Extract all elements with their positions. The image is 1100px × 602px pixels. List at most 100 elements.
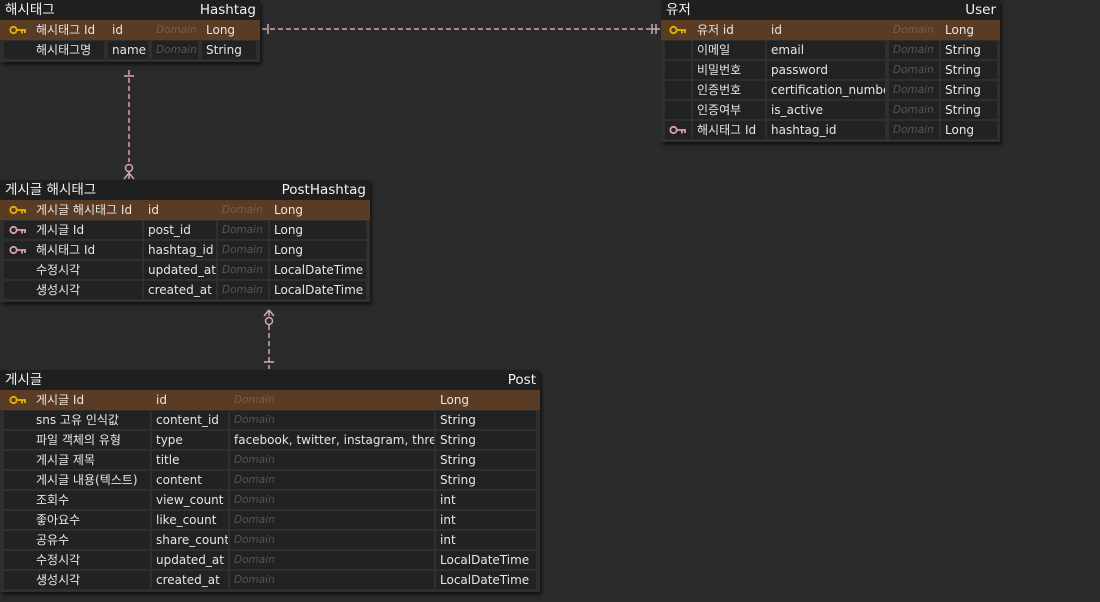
column-row[interactable]: 게시글 Id post_id Domain Long bbox=[0, 220, 370, 240]
key-cell bbox=[4, 391, 32, 409]
column-row[interactable]: 해시태그 Id id Domain Long bbox=[0, 20, 260, 40]
column-row[interactable]: 파일 객체의 유형 type facebook, twitter, instagra… bbox=[0, 430, 540, 450]
column-row[interactable]: 공유수 share_count Domain int bbox=[0, 530, 540, 550]
foreign-key-icon bbox=[669, 124, 687, 138]
key-cell bbox=[4, 431, 32, 449]
key-cell bbox=[4, 511, 32, 529]
entity-logical-name: 게시글 bbox=[5, 372, 43, 388]
column-row[interactable]: 수정시각 updated_at Domain LocalDateTime bbox=[0, 260, 370, 280]
primary-key-icon bbox=[9, 394, 27, 408]
entity-post[interactable]: 게시글 Post 게시글 Id id Domain Long sns 고유 인식값 con… bbox=[0, 370, 540, 592]
column-logical-name: 비밀번호 bbox=[693, 61, 765, 79]
column-type: String bbox=[436, 411, 536, 429]
entity-user[interactable]: 유저 User 유저 id id Domain Long 이메일 email Domain S… bbox=[661, 0, 1000, 142]
column-domain: Domain bbox=[230, 451, 434, 469]
entity-header: 게시글 해시태그 PostHashtag bbox=[0, 180, 370, 200]
column-logical-name: 수정시각 bbox=[32, 261, 142, 279]
column-logical-name: 좋아요수 bbox=[32, 511, 150, 529]
column-row[interactable]: 해시태그명 name Domain String bbox=[0, 40, 260, 60]
column-type: Long bbox=[941, 21, 997, 39]
column-type: LocalDateTime bbox=[436, 571, 536, 589]
entity-physical-name: Post bbox=[507, 372, 536, 388]
column-row[interactable]: 게시글 해시태그 Id id Domain Long bbox=[0, 200, 370, 220]
column-type: Long bbox=[941, 121, 997, 139]
key-cell bbox=[4, 201, 32, 219]
key-cell bbox=[4, 41, 32, 59]
column-row[interactable]: 비밀번호 password Domain String bbox=[661, 60, 1000, 80]
column-row[interactable]: 해시태그 Id hashtag_id Domain Long bbox=[0, 240, 370, 260]
column-row[interactable]: 이메일 email Domain String bbox=[661, 40, 1000, 60]
key-cell bbox=[665, 41, 691, 59]
key-cell bbox=[665, 121, 691, 139]
relationship-posthashtag-post[interactable] bbox=[263, 309, 275, 369]
column-row[interactable]: 생성시각 created_at Domain LocalDateTime bbox=[0, 570, 540, 590]
column-physical-name: title bbox=[152, 451, 228, 469]
column-domain: Domain bbox=[889, 41, 939, 59]
column-type: LocalDateTime bbox=[436, 551, 536, 569]
column-domain: Domain bbox=[889, 101, 939, 119]
column-physical-name: email bbox=[767, 41, 885, 59]
column-logical-name: 해시태그명 bbox=[32, 41, 104, 59]
column-row[interactable]: sns 고유 인식값 content_id Domain String bbox=[0, 410, 540, 430]
key-cell bbox=[4, 411, 32, 429]
column-physical-name: created_at bbox=[144, 281, 216, 299]
column-physical-name: created_at bbox=[152, 571, 228, 589]
key-cell bbox=[4, 221, 32, 239]
column-type: String bbox=[941, 101, 997, 119]
entity-post-hashtag[interactable]: 게시글 해시태그 PostHashtag 게시글 해시태그 Id id Domain… bbox=[0, 180, 370, 302]
column-physical-name: view_count bbox=[152, 491, 228, 509]
column-domain: Domain bbox=[152, 41, 198, 59]
column-row[interactable]: 게시글 제목 title Domain String bbox=[0, 450, 540, 470]
entity-logical-name: 게시글 해시태그 bbox=[5, 182, 97, 198]
column-type: String bbox=[941, 41, 997, 59]
column-row[interactable]: 수정시각 updated_at Domain LocalDateTime bbox=[0, 550, 540, 570]
column-row[interactable]: 해시태그 Id hashtag_id Domain Long bbox=[661, 120, 1000, 140]
column-domain: Domain bbox=[230, 411, 434, 429]
entity-logical-name: 해시태그 bbox=[5, 2, 55, 18]
column-logical-name: 게시글 Id bbox=[32, 391, 150, 409]
column-type: String bbox=[941, 81, 997, 99]
column-row[interactable]: 생성시각 created_at Domain LocalDateTime bbox=[0, 280, 370, 300]
column-domain: Domain bbox=[230, 471, 434, 489]
column-logical-name: 수정시각 bbox=[32, 551, 150, 569]
column-type: Long bbox=[270, 241, 366, 259]
key-cell bbox=[665, 21, 691, 39]
column-domain: Domain bbox=[889, 121, 939, 139]
relationship-hashtag-user[interactable] bbox=[262, 24, 660, 34]
column-logical-name: 해시태그 Id bbox=[693, 121, 765, 139]
key-cell bbox=[4, 21, 32, 39]
column-row[interactable]: 게시글 내용(텍스트) content Domain String bbox=[0, 470, 540, 490]
key-cell bbox=[4, 571, 32, 589]
key-cell bbox=[665, 61, 691, 79]
column-physical-name: content_id bbox=[152, 411, 228, 429]
column-type: Long bbox=[270, 221, 366, 239]
key-cell bbox=[4, 491, 32, 509]
entity-header: 유저 User bbox=[661, 0, 1000, 20]
relationship-hashtag-posthashtag[interactable] bbox=[123, 70, 135, 180]
column-row[interactable]: 조회수 view_count Domain int bbox=[0, 490, 540, 510]
foreign-key-icon bbox=[9, 244, 27, 258]
column-logical-name: 생성시각 bbox=[32, 281, 142, 299]
column-domain: Domain bbox=[218, 281, 268, 299]
column-row[interactable]: 좋아요수 like_count Domain int bbox=[0, 510, 540, 530]
column-row[interactable]: 유저 id id Domain Long bbox=[661, 20, 1000, 40]
column-row[interactable]: 게시글 Id id Domain Long bbox=[0, 390, 540, 410]
entity-header: 게시글 Post bbox=[0, 370, 540, 390]
column-row[interactable]: 인증번호 certification_number Domain String bbox=[661, 80, 1000, 100]
column-physical-name: like_count bbox=[152, 511, 228, 529]
column-physical-name: post_id bbox=[144, 221, 216, 239]
column-row[interactable]: 인증여부 is_active Domain String bbox=[661, 100, 1000, 120]
key-cell bbox=[4, 261, 32, 279]
column-domain: Domain bbox=[230, 391, 434, 409]
column-physical-name: updated_at bbox=[152, 551, 228, 569]
key-cell bbox=[4, 551, 32, 569]
entity-hashtag[interactable]: 해시태그 Hashtag 해시태그 Id id Domain Long 해시태그명 nam… bbox=[0, 0, 260, 62]
column-type: LocalDateTime bbox=[270, 261, 366, 279]
column-type: String bbox=[436, 431, 536, 449]
key-cell bbox=[665, 101, 691, 119]
column-type: String bbox=[202, 41, 256, 59]
column-domain: Domain bbox=[889, 21, 939, 39]
foreign-key-icon bbox=[9, 224, 27, 238]
primary-key-icon bbox=[9, 24, 27, 38]
column-domain: Domain bbox=[218, 201, 268, 219]
